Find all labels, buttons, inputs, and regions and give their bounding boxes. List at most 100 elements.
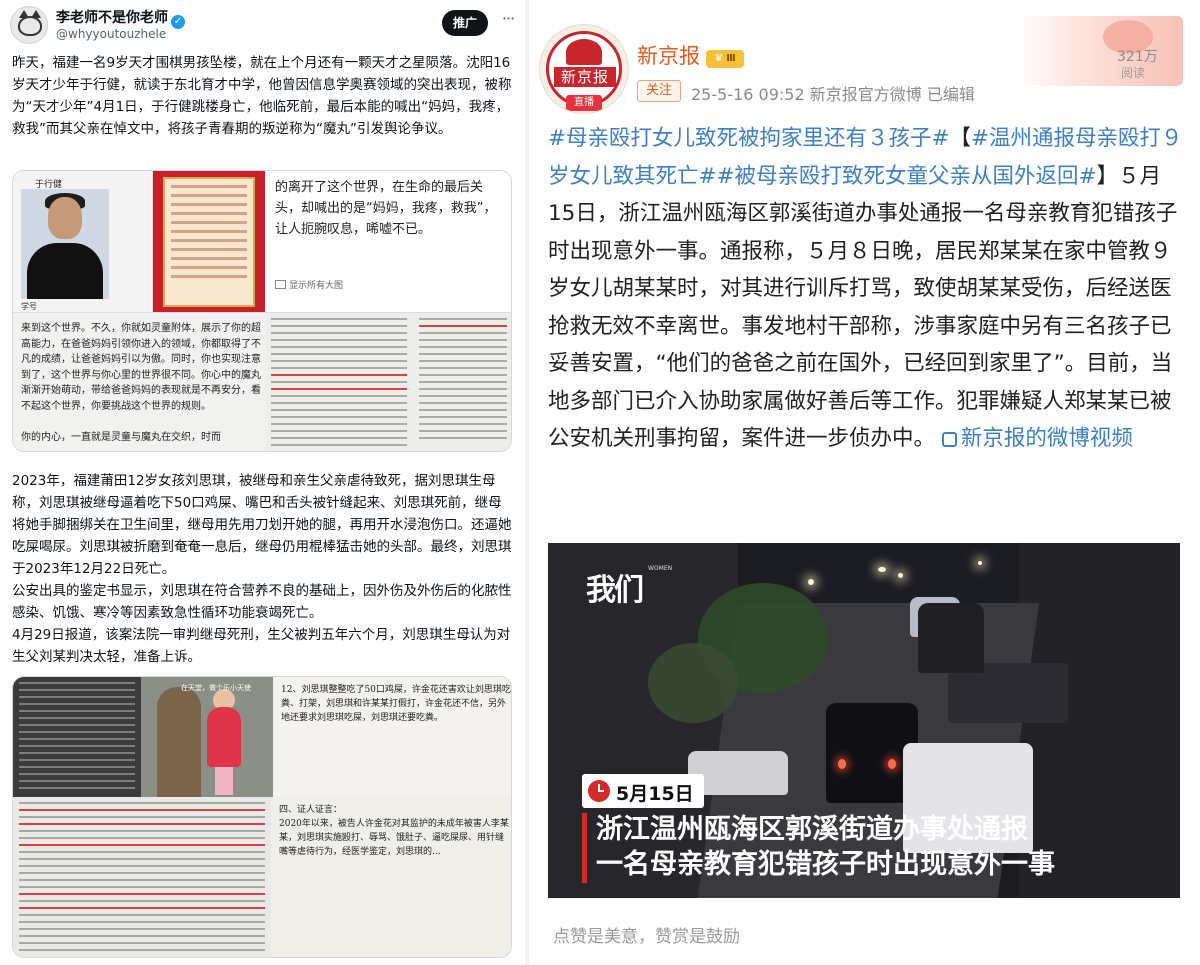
girl-legs [215,767,233,795]
show-all-label: 显示所有大图 [289,281,344,291]
text-line [19,830,265,832]
promote-button[interactable]: 推广 [442,10,488,36]
text-line [19,949,265,951]
street-light [878,567,886,572]
text-line [171,239,247,242]
eulogy-page-image-3[interactable] [413,313,511,451]
court-document-image[interactable]: 12、刘思琪整整吃了50口鸡屎，许金花还害欢让刘思琪吃粪、打架，刘思琪和许某某打… [273,677,511,797]
post-body-text: ５月15日，浙江温州瓯海区郭溪街道办事处通报一名母亲教育犯错孩子时出现意外一事。… [548,163,1178,452]
video-player[interactable]: 我们 WOMEN 5月15日 浙江温州瓯海区郭溪街道办事处通报 一名母亲教育犯错… [548,543,1180,898]
read-count-banner: 321万 阅读 [1013,16,1183,86]
student-id-photo[interactable]: 于行健 学号 [13,171,153,313]
memorial-letter-image[interactable] [153,171,265,313]
text-line [271,332,407,334]
dark-document-image[interactable] [13,677,141,797]
text-line [19,879,265,881]
text-line [271,423,407,425]
highlight-line [19,844,265,846]
text-line [271,430,407,432]
text-line [19,731,135,733]
text-line [19,865,265,867]
text-line [271,402,407,404]
police-vehicle [918,603,984,673]
text-line [419,388,507,390]
text-line [271,346,407,348]
text-line [19,942,265,944]
text-line [19,780,135,782]
member-level-badge[interactable]: ♛ Ⅲ [706,50,744,68]
highlight-line [419,325,507,327]
text-line [271,395,407,397]
text-line [19,745,135,747]
text-line [19,717,135,719]
street-light [898,573,903,578]
hashtag-link[interactable]: #母亲殴打女儿致死被拘家里还有３孩子# [548,126,950,151]
more-options-icon[interactable]: ··· [498,10,518,34]
text-line [19,689,135,691]
portrait [21,189,109,299]
text-line [419,360,507,362]
text-line [419,339,507,341]
author-name-row[interactable]: 李老师不是你老师 ✓ [56,7,185,29]
text-line [171,221,247,224]
author-handle[interactable]: @whyyoutouzhele [56,27,166,41]
highlight-line [19,809,265,811]
author-name[interactable]: 李老师不是你老师 [56,10,168,26]
text-line [171,203,247,206]
x-post-header: 李老师不是你老师 ✓ @whyyoutouzhele 推广 ··· [10,4,515,46]
publisher-name[interactable]: 新京报 [637,44,700,68]
judgment-page-image[interactable] [13,797,271,957]
street-light [808,579,814,585]
cat-avatar-icon [18,10,42,36]
text-line [19,872,265,874]
evidence-page-image[interactable]: 四、证人证言： 2020年以来，被告人许金花对其监护的未成年被害人李某某，刘思琪… [271,797,511,957]
follow-button[interactable]: 关注 [637,80,681,102]
text-line [419,416,507,418]
highlight-line [271,374,407,376]
date-badge: 5月15日 [582,774,704,808]
text-line [171,194,247,197]
media-grid-2[interactable]: 在天堂，做个乐小天使 12、刘思琪整整吃了50口鸡屎，许金花还害欢让刘思琪吃粪、… [12,676,512,958]
vehicle-light [838,759,846,769]
hashtag-link[interactable]: #被母亲殴打致死女童父亲从国外返回# [717,164,1097,189]
post-body: #母亲殴打女儿致死被拘家里还有３孩子#【#温州通报母亲殴打９岁女儿致其死亡##被… [548,120,1188,458]
media-grid-1[interactable]: 于行健 学号 的离开了这个世界，在生命的最后关头，却喊出的是“妈妈，我疼，救我”… [12,170,512,452]
text-line [271,318,407,320]
text-line [419,423,507,425]
text-line [19,752,135,754]
crown-icon: ♛ [714,53,724,64]
author-avatar[interactable] [10,6,48,44]
eulogy-text-image[interactable]: 来到这个世界。不久，你就如灵童附体，展示了你的超高能力，在爸爸妈妈引领你进入的领… [13,313,265,451]
show-all-images[interactable]: 显示所有大图 [275,278,343,291]
publisher-name-row[interactable]: 新京报 ♛ Ⅲ [637,40,744,70]
read-label: 阅读 [1121,66,1146,80]
text-line [419,437,507,439]
text-line [19,703,135,705]
girl-photo[interactable]: 在天堂，做个乐小天使 [141,677,273,797]
text-line [19,682,135,684]
text-line [419,367,507,369]
text-line [271,444,407,446]
highlight-line [19,907,265,909]
highlight-line [271,388,407,390]
text-line [419,395,507,397]
text-line [171,185,247,188]
text-line [171,257,247,260]
text-line [19,935,265,937]
text-line [19,710,135,712]
text-line [171,230,247,233]
verified-badge-icon: ✓ [171,15,185,29]
text-line [419,332,507,334]
publisher-avatar[interactable]: 新京报 直播 [539,24,629,114]
video-link[interactable]: 新京报的微博视频 [941,426,1133,451]
eulogy-page-image-2[interactable] [265,313,413,451]
channel-logo-sub: WOMEN [648,565,672,572]
text-line [19,738,135,740]
text-line [19,858,265,860]
post-text-2: 2023年，福建莆田12岁女孩刘思琪，被继母和亲生父亲虐待致死，据刘思琪生母称，… [12,473,512,665]
video-link-label: 新京报的微博视频 [960,426,1133,451]
text-line [419,430,507,432]
quote-image[interactable]: 的离开了这个世界，在生命的最后关头，却喊出的是“妈妈，我疼，救我”，让人扼腕叹息… [265,171,511,313]
weibo-post-panel: 新京报 直播 新京报 ♛ Ⅲ 关注 25-5-16 09:52 新京报官方微博 已编… [529,0,1200,965]
text-line [19,900,265,902]
